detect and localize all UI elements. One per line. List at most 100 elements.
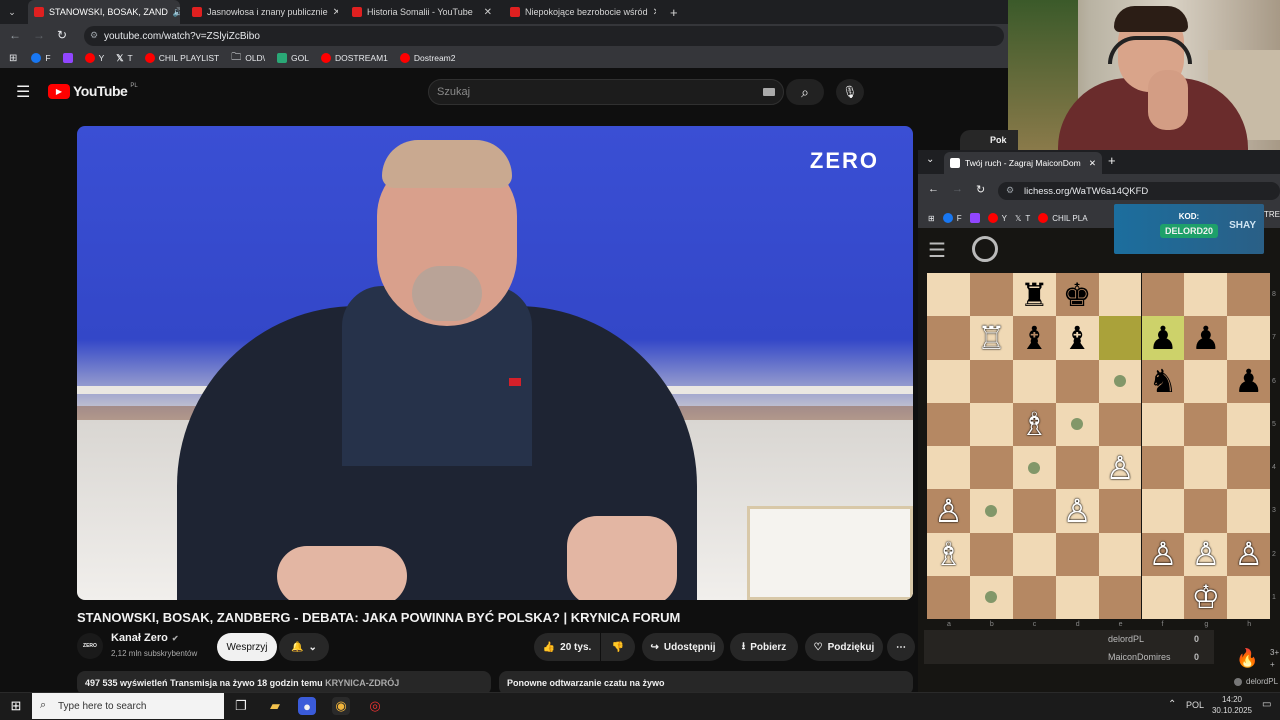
clock-time[interactable]: 14:20 — [1208, 695, 1256, 704]
menu-icon[interactable]: ☰ — [928, 238, 946, 263]
board-square[interactable] — [1012, 489, 1056, 533]
move-hint-dot[interactable] — [1028, 461, 1041, 474]
board-square[interactable] — [1227, 575, 1271, 619]
board-square[interactable] — [969, 446, 1013, 490]
white-piece[interactable]: ♙ — [1149, 538, 1178, 570]
share-button[interactable]: ↪ Udostępnij — [642, 633, 724, 661]
board-square[interactable] — [1184, 273, 1228, 317]
thanks-button[interactable]: ♡ Podziękuj — [805, 633, 883, 661]
board-square[interactable] — [1098, 359, 1142, 403]
board-square[interactable] — [1227, 273, 1271, 317]
download-button[interactable]: ⭳ Pobierz — [730, 633, 798, 661]
board-square[interactable] — [1012, 575, 1056, 619]
board-square[interactable] — [927, 446, 970, 490]
bookmark-x[interactable]: 𝕏T — [116, 53, 132, 64]
board-square[interactable] — [969, 359, 1013, 403]
white-piece[interactable]: ♔ — [1191, 581, 1220, 613]
more-actions-button[interactable]: ⋯ — [887, 633, 915, 661]
player-name[interactable]: delordPL — [1108, 634, 1144, 644]
player-name[interactable]: MaiconDomires — [1108, 652, 1171, 662]
board-square[interactable] — [969, 273, 1013, 317]
support-button[interactable]: Wesprzyj — [217, 633, 277, 661]
board-square[interactable] — [1227, 316, 1271, 360]
board-square[interactable] — [927, 359, 970, 403]
partial-button[interactable]: Pok — [960, 130, 1018, 150]
like-button[interactable]: 👍 20 tys. — [534, 633, 600, 661]
white-piece[interactable]: ♙ — [1106, 452, 1135, 484]
board-square[interactable] — [1098, 532, 1142, 576]
board-square[interactable]: ♖ — [969, 316, 1013, 360]
board-square[interactable] — [1141, 489, 1185, 533]
move-hint-dot[interactable] — [1114, 375, 1127, 388]
chevron-up-icon[interactable]: ⌃ — [1168, 699, 1176, 710]
black-piece[interactable]: ♟ — [1234, 365, 1263, 397]
board-square[interactable] — [969, 402, 1013, 446]
bookmark-x[interactable]: 𝕏T — [1015, 214, 1030, 223]
forward-arrow-icon[interactable]: → — [33, 28, 45, 42]
reload-icon[interactable]: ↻ — [976, 183, 985, 196]
white-piece[interactable]: ♗ — [1020, 408, 1049, 440]
chrome-app-icon[interactable]: ● — [298, 697, 316, 715]
move-hint-dot[interactable] — [985, 591, 998, 604]
black-piece[interactable]: ♚ — [1063, 279, 1092, 311]
board-square[interactable] — [1098, 316, 1142, 360]
file-explorer-icon[interactable]: ▰ — [266, 697, 284, 715]
site-info-icon[interactable]: ⚙ — [90, 30, 98, 41]
chess-board[interactable]: ♜ ♚ ♖ ♝ ♝ ♟ ♟ ♞ ♟ ♗ ♙ ♙ ♙ ♗ ♙ ♙ ♙ ♔ a b c d e f g h 8 7 6 5 4 3 2 1 — [927, 273, 1276, 628]
voice-search-button[interactable]: 🎙 — [836, 79, 864, 105]
board-square[interactable] — [1227, 489, 1271, 533]
close-icon[interactable]: ✕ — [333, 7, 338, 18]
board-square[interactable]: ♙ — [1227, 532, 1271, 576]
board-square[interactable] — [1141, 402, 1185, 446]
notification-icon[interactable]: ▭ — [1262, 699, 1271, 710]
windows-start-icon[interactable]: ⊞ — [7, 697, 25, 715]
board-square[interactable] — [1184, 489, 1228, 533]
board-square[interactable] — [927, 273, 970, 317]
bookmark-dostream1[interactable]: DOSTREAM1 — [321, 53, 388, 63]
white-piece[interactable]: ♗ — [934, 538, 963, 570]
board-square[interactable] — [1055, 575, 1099, 619]
board-square[interactable]: ♗ — [1012, 402, 1056, 446]
chrome-app-icon[interactable]: ◎ — [366, 697, 384, 715]
bookmark-facebook[interactable]: F — [942, 213, 962, 223]
board-square[interactable] — [927, 316, 970, 360]
board-square[interactable]: ♙ — [1141, 532, 1185, 576]
board-square[interactable]: ♝ — [1055, 316, 1099, 360]
apps-grid-icon[interactable]: ⊞ — [928, 214, 935, 223]
bookmark-facebook[interactable]: F — [31, 53, 51, 63]
board-square[interactable]: ♟ — [1184, 316, 1228, 360]
search-button[interactable]: ⌕ — [786, 79, 824, 105]
board-square[interactable]: ♙ — [1184, 532, 1228, 576]
move-hint-dot[interactable] — [1071, 418, 1084, 431]
board-square[interactable] — [1098, 273, 1142, 317]
black-piece[interactable]: ♟ — [1191, 322, 1220, 354]
board-square[interactable]: ♙ — [927, 489, 970, 533]
taskbar-search-box[interactable]: ⌕ Type here to search — [32, 693, 224, 719]
black-piece[interactable]: ♞ — [1149, 365, 1178, 397]
board-square[interactable] — [1012, 446, 1056, 490]
board-square[interactable] — [1055, 532, 1099, 576]
close-icon[interactable]: ✕ — [484, 7, 492, 18]
chevron-down-icon[interactable]: ⌄ — [926, 154, 934, 165]
bookmark-folder-old[interactable]: 🗀 OLD\ — [231, 50, 265, 67]
bookmark-youtube[interactable]: Y — [987, 213, 1007, 223]
dislike-button[interactable]: 👎 — [601, 633, 635, 661]
board-square[interactable] — [1098, 402, 1142, 446]
tab-active[interactable]: STANOWSKI, BOSAK, ZAND 🔊 ✕ — [28, 0, 180, 24]
close-icon[interactable]: ✕ — [653, 7, 656, 18]
board-square[interactable] — [1055, 446, 1099, 490]
board-square[interactable] — [1227, 446, 1271, 490]
bookmark-twitch[interactable] — [62, 53, 73, 63]
side-username[interactable]: delordPL — [1246, 677, 1278, 686]
board-square[interactable] — [1184, 359, 1228, 403]
board-square[interactable]: ♞ — [1141, 359, 1185, 403]
board-square[interactable] — [969, 489, 1013, 533]
tab[interactable]: Historia Somalii - YouTube ✕ — [346, 0, 498, 24]
forward-arrow-icon[interactable]: → — [952, 183, 963, 195]
channel-avatar[interactable]: ZERO — [77, 633, 103, 659]
channel-name[interactable]: Kanał Zero ✔ — [111, 632, 179, 644]
lichess-address-bar[interactable]: ⚙ lichess.org/WaTW6a14QKFD — [998, 182, 1280, 200]
tab[interactable]: Jasnowłosa i znany publicznie ✕ — [186, 0, 338, 24]
notifications-button[interactable]: 🔔 ⌄ — [279, 633, 329, 661]
menu-icon[interactable]: ☰ — [16, 82, 30, 102]
